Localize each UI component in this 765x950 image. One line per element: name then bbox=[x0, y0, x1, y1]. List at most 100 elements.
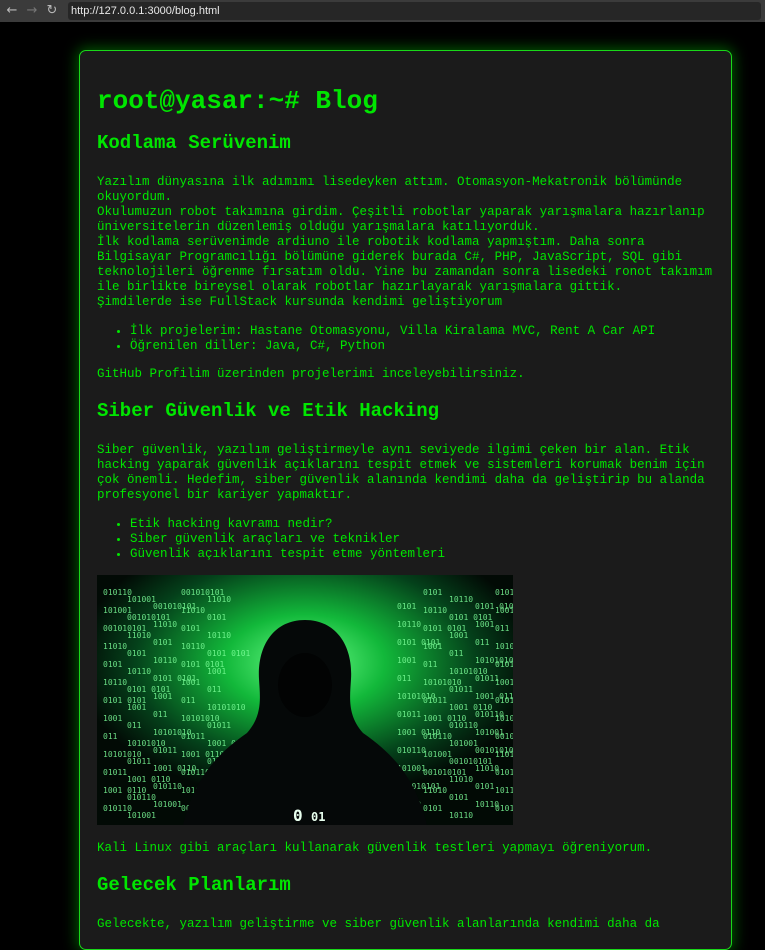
binary-glyph: 011 bbox=[449, 649, 464, 658]
github-note: GitHub Profilim üzerinden projelerimi in… bbox=[97, 367, 525, 381]
siber-paragraph: Siber güvenlik, yazılım geliştirmeyle ay… bbox=[97, 443, 705, 502]
binary-glyph: 011 bbox=[127, 721, 142, 730]
binary-glyph: 0101 bbox=[423, 588, 442, 597]
binary-glyph: 01011 bbox=[449, 685, 473, 694]
blog-container: root@yasar:~# Blog Kodlama Serüvenim Yaz… bbox=[79, 50, 732, 950]
binary-glyph: 10110 bbox=[423, 606, 447, 615]
binary-glyph: 1001 bbox=[495, 606, 513, 615]
svg-text:01: 01 bbox=[311, 810, 325, 824]
binary-glyph: 011 bbox=[397, 674, 412, 683]
binary-glyph: 0101 0101 bbox=[495, 588, 513, 597]
browser-toolbar: ← → ↻ http://127.0.0.1:3000/blog.html bbox=[0, 0, 765, 22]
binary-glyph: 0101 0101 bbox=[495, 804, 513, 813]
binary-glyph: 1001 bbox=[207, 667, 226, 676]
list-item: İlk projelerim: Hastane Otomasyonu, Vill… bbox=[130, 324, 713, 339]
binary-glyph: 011 bbox=[103, 732, 118, 741]
address-bar[interactable]: http://127.0.0.1:3000/blog.html bbox=[68, 2, 761, 20]
section-heading-gelecek: Gelecek Planlarım bbox=[97, 874, 291, 896]
binary-glyph: 11010 bbox=[423, 786, 447, 795]
svg-text:0: 0 bbox=[293, 806, 303, 825]
kodlama-paragraph-2: Okulumuzun robot takımına girdim. Çeşitl… bbox=[97, 205, 705, 234]
binary-glyph: 11010 bbox=[495, 750, 513, 759]
binary-glyph: 01011 bbox=[207, 721, 231, 730]
reload-icon[interactable]: ↻ bbox=[44, 3, 60, 19]
binary-glyph: 101001 bbox=[495, 714, 513, 723]
binary-glyph: 0101 bbox=[397, 602, 416, 611]
binary-glyph: 0101 0101 bbox=[207, 649, 251, 658]
gelecek-paragraph: Gelecekte, yazılım geliştirme ve siber g… bbox=[97, 917, 660, 931]
binary-glyph: 01011 bbox=[495, 660, 513, 669]
binary-glyph: 01011 bbox=[397, 710, 421, 719]
binary-glyph: 0101 bbox=[153, 638, 172, 647]
binary-glyph: 10110 bbox=[397, 620, 421, 629]
kodlama-text: Yazılım dünyasına ilk adımımı lisedeyken… bbox=[97, 175, 713, 310]
binary-glyph: 1001 bbox=[153, 692, 172, 701]
binary-glyph: 1001 bbox=[397, 656, 416, 665]
binary-glyph: 0101 bbox=[423, 804, 442, 813]
binary-glyph: 011 bbox=[207, 685, 222, 694]
binary-glyph: 1001 bbox=[127, 703, 146, 712]
binary-glyph: 01011 bbox=[181, 732, 205, 741]
binary-glyph: 0101 bbox=[127, 649, 146, 658]
list-item: Öğrenilen diller: Java, C#, Python bbox=[130, 339, 713, 354]
binary-glyph: 11010 bbox=[449, 775, 473, 784]
kali-note: Kali Linux gibi araçları kullanarak güve… bbox=[97, 841, 653, 855]
section-heading-siber: Siber Güvenlik ve Etik Hacking bbox=[97, 400, 440, 422]
binary-glyph: 010110 bbox=[153, 782, 182, 791]
forward-arrow-icon[interactable]: → bbox=[24, 3, 40, 19]
binary-glyph: 10110 bbox=[103, 678, 127, 687]
binary-glyph: 101001 bbox=[423, 750, 452, 759]
binary-glyph: 0101 bbox=[475, 782, 494, 791]
siber-list: Etik hacking kavramı nedir? Siber güvenl… bbox=[97, 517, 713, 562]
list-item: Siber güvenlik araçları ve teknikler bbox=[130, 532, 713, 547]
page-title: root@yasar:~# Blog bbox=[97, 86, 378, 116]
binary-glyph: 01011 bbox=[153, 746, 177, 755]
binary-glyph: 101001 bbox=[449, 739, 478, 748]
binary-glyph: 001010101 bbox=[495, 732, 513, 741]
section-heading-kodlama: Kodlama Serüvenim bbox=[97, 132, 291, 154]
binary-glyph: 01011 bbox=[127, 757, 151, 766]
kodlama-paragraph-4: Şimdilerde ise FullStack kursunda kendim… bbox=[97, 295, 503, 309]
binary-glyph: 11010 bbox=[207, 595, 231, 604]
binary-glyph: 10101010 bbox=[207, 703, 246, 712]
binary-glyph: 0101 bbox=[103, 660, 122, 669]
binary-glyph: 10110 bbox=[153, 656, 177, 665]
binary-glyph: 10110 bbox=[449, 811, 473, 820]
binary-glyph: 101001 bbox=[127, 595, 156, 604]
binary-glyph: 10110 bbox=[495, 786, 513, 795]
binary-glyph: 01011 bbox=[423, 696, 447, 705]
binary-glyph: 1001 bbox=[181, 678, 200, 687]
back-arrow-icon[interactable]: ← bbox=[4, 3, 20, 19]
binary-glyph: 10110 bbox=[181, 642, 205, 651]
binary-glyph: 011 bbox=[153, 710, 168, 719]
kodlama-list: İlk projelerim: Hastane Otomasyonu, Vill… bbox=[97, 324, 713, 354]
hacker-image: 010110101001001010101110100101101100101 … bbox=[97, 575, 513, 825]
binary-glyph: 11010 bbox=[181, 606, 205, 615]
binary-glyph: 010110 bbox=[495, 696, 513, 705]
binary-glyph: 011 bbox=[475, 638, 490, 647]
binary-glyph: 11010 bbox=[103, 642, 127, 651]
kodlama-paragraph-3: İlk kodlama serüvenimde ardiuno ile robo… bbox=[97, 235, 713, 294]
kodlama-paragraph-1: Yazılım dünyasına ilk adımımı lisedeyken… bbox=[97, 175, 683, 204]
binary-glyph: 10110 bbox=[449, 595, 473, 604]
binary-glyph: 101001 bbox=[153, 800, 182, 809]
binary-glyph: 011 bbox=[181, 696, 196, 705]
binary-glyph: 1001 bbox=[423, 642, 442, 651]
binary-glyph: 011 bbox=[423, 660, 438, 669]
url-text: http://127.0.0.1:3000/blog.html bbox=[71, 5, 220, 17]
binary-glyph: 11010 bbox=[153, 620, 177, 629]
binary-glyph: 010110 bbox=[449, 721, 478, 730]
binary-glyph: 1001 bbox=[103, 714, 122, 723]
binary-glyph: 11010 bbox=[127, 631, 151, 640]
binary-glyph: 1001 bbox=[449, 631, 468, 640]
list-item: Güvenlik açıklarını tespit etme yöntemle… bbox=[130, 547, 713, 562]
binary-glyph: 011 bbox=[495, 624, 510, 633]
binary-glyph: 1001 0110 bbox=[495, 678, 513, 687]
binary-glyph: 10110 bbox=[207, 631, 231, 640]
binary-glyph: 101001 bbox=[127, 811, 156, 820]
binary-glyph: 010110 bbox=[423, 732, 452, 741]
binary-glyph: 10110 bbox=[127, 667, 151, 676]
binary-glyph: 01011 bbox=[103, 768, 127, 777]
binary-glyph: 0101 bbox=[495, 768, 513, 777]
binary-glyph: 010110 bbox=[127, 793, 156, 802]
